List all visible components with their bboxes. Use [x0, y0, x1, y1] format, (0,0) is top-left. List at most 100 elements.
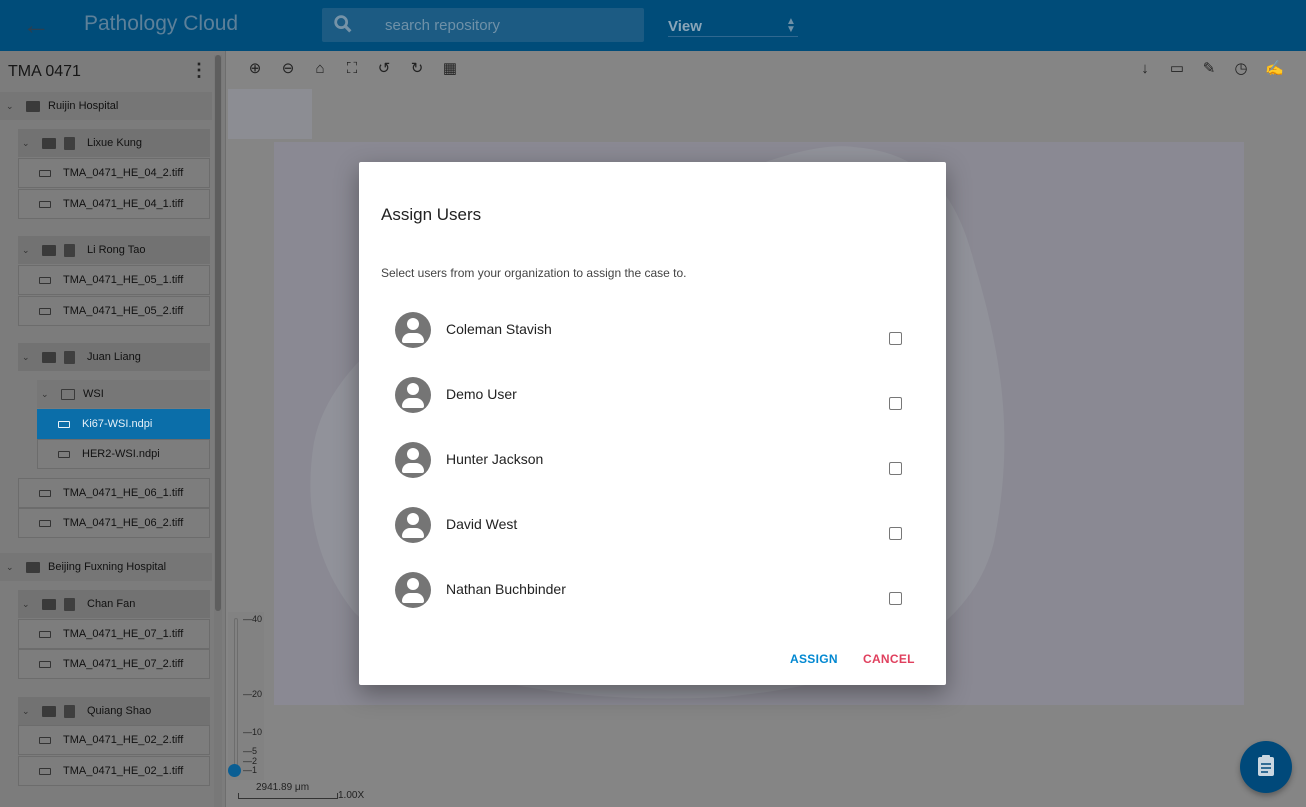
zoom-slider[interactable] [234, 618, 238, 770]
user-checkbox[interactable] [889, 527, 902, 540]
chevron-down-icon[interactable]: ⌄ [22, 706, 32, 716]
chevron-down-icon[interactable]: ⌄ [6, 101, 16, 111]
more-vert-icon[interactable]: ⋮ [190, 60, 208, 81]
avatar-icon [395, 312, 431, 348]
file-item[interactable]: HER2-WSI.ndpi [37, 439, 210, 469]
back-arrow-icon[interactable]: ← [22, 10, 52, 40]
case-folder[interactable]: ⌄ Juan Liang [18, 343, 210, 371]
clipboard-icon [64, 704, 75, 718]
file-item[interactable]: TMA_0471_HE_04_2.tiff [18, 158, 210, 188]
user-list-item[interactable]: Coleman Stavish [395, 312, 915, 362]
select-arrows-icon[interactable]: ▲ ▼ [786, 17, 796, 35]
edit-note-icon[interactable]: ✍ [1265, 60, 1284, 78]
circle-annotate-icon[interactable]: ◷ [1232, 60, 1250, 78]
zoom-slider-knob[interactable] [228, 764, 241, 777]
chevron-down-icon[interactable]: ⌄ [22, 138, 32, 148]
zoom-out-icon[interactable]: ⊖ [279, 60, 297, 78]
search-input[interactable]: search repository [322, 8, 644, 42]
slide-icon [58, 450, 70, 458]
search-icon [334, 15, 352, 33]
cancel-button[interactable]: CANCEL [863, 652, 915, 666]
user-name: Hunter Jackson [446, 451, 544, 467]
scrollbar-thumb[interactable] [215, 55, 221, 611]
tree-item-label: TMA_0471_HE_04_2.tiff [63, 167, 184, 179]
chevron-down-icon[interactable]: ⌄ [22, 599, 32, 609]
zoom-tick: —1 [243, 765, 258, 775]
dialog-title: Assign Users [381, 205, 482, 224]
chevron-down-icon[interactable]: ⌄ [22, 352, 32, 362]
tree-item-label: Quiang Shao [87, 705, 152, 717]
file-item[interactable]: TMA_0471_HE_02_1.tiff [18, 756, 210, 786]
folder-icon [42, 705, 56, 717]
user-name: Demo User [446, 386, 517, 402]
clipboard-icon [64, 243, 75, 257]
file-item[interactable]: TMA_0471_HE_07_2.tiff [18, 649, 210, 679]
user-name: David West [446, 516, 518, 532]
app-title: Pathology Cloud [84, 12, 239, 35]
user-checkbox[interactable] [889, 592, 902, 605]
file-item[interactable]: TMA_0471_HE_06_1.tiff [18, 478, 210, 508]
slide-icon [39, 276, 51, 284]
tree-item-label: TMA_0471_HE_06_1.tiff [63, 487, 184, 499]
slide-icon [39, 519, 51, 527]
tree-item-label: TMA_0471_HE_06_2.tiff [63, 517, 184, 529]
slide-icon [39, 489, 51, 497]
home-icon[interactable]: ⌂ [311, 60, 329, 78]
hospital-folder[interactable]: ⌄ Ruijin Hospital [0, 92, 212, 120]
user-list-item[interactable]: Nathan Buchbinder [395, 572, 915, 622]
chevron-down-icon[interactable]: ⌄ [22, 245, 32, 255]
file-item[interactable]: TMA_0471_HE_02_2.tiff [18, 725, 210, 755]
file-item[interactable]: TMA_0471_HE_05_1.tiff [18, 265, 210, 295]
user-checkbox[interactable] [889, 332, 902, 345]
user-list-item[interactable]: Demo User [395, 377, 915, 427]
case-folder[interactable]: ⌄ Chan Fan [18, 590, 210, 618]
grid-icon[interactable]: ▦ [441, 60, 459, 78]
rotate-left-icon[interactable]: ↺ [375, 60, 393, 78]
app-header: ← Pathology Cloud search repository View… [0, 0, 1306, 51]
download-icon[interactable]: ↓ [1136, 60, 1154, 78]
slide-thumbnail[interactable] [228, 89, 312, 139]
rotate-right-icon[interactable]: ↻ [408, 60, 426, 78]
slide-icon [58, 420, 70, 428]
file-item[interactable]: TMA_0471_HE_06_2.tiff [18, 508, 210, 538]
view-select[interactable]: View [668, 18, 702, 35]
tree-item-label: WSI [83, 388, 104, 400]
file-item[interactable]: Ki67-WSI.ndpi [37, 409, 210, 439]
assign-fab-button[interactable] [1240, 741, 1292, 793]
tree-item-label: Ruijin Hospital [48, 100, 119, 112]
ruler-icon[interactable]: ▭ [1166, 60, 1188, 78]
tree-item-label: Lixue Kung [87, 137, 143, 149]
user-checkbox[interactable] [889, 397, 902, 410]
slide-icon [39, 630, 51, 638]
subfolder[interactable]: ⌄ WSI [37, 380, 210, 408]
case-folder[interactable]: ⌄ Lixue Kung [18, 129, 210, 157]
chevron-down-icon[interactable]: ⌄ [41, 389, 51, 399]
view-select-underline [668, 36, 798, 37]
tree-item-label: Beijing Fuxning Hospital [48, 561, 167, 573]
file-item[interactable]: TMA_0471_HE_05_2.tiff [18, 296, 210, 326]
folder-icon [42, 137, 56, 149]
folder-icon [26, 100, 40, 112]
slide-icon [39, 200, 51, 208]
hospital-folder[interactable]: ⌄ Beijing Fuxning Hospital [0, 553, 212, 581]
case-folder[interactable]: ⌄ Li Rong Tao [18, 236, 210, 264]
user-checkbox[interactable] [889, 462, 902, 475]
slide-icon [39, 307, 51, 315]
user-list-item[interactable]: Hunter Jackson [395, 442, 915, 492]
case-folder[interactable]: ⌄ Quiang Shao [18, 697, 210, 725]
user-name: Coleman Stavish [446, 321, 552, 337]
tree-item-label: Ki67-WSI.ndpi [82, 418, 153, 430]
tree-item-label: TMA_0471_HE_04_1.tiff [63, 198, 184, 210]
zoom-in-icon[interactable]: ⊕ [246, 60, 264, 78]
avatar-icon [395, 377, 431, 413]
tree-item-label: TMA_0471_HE_05_2.tiff [63, 305, 184, 317]
fullscreen-icon[interactable]: ⛶ [343, 60, 361, 78]
freehand-annotate-icon[interactable]: ✎ [1200, 60, 1218, 78]
tree-item-label: TMA_0471_HE_02_1.tiff [63, 765, 184, 777]
tree-item-label: TMA_0471_HE_05_1.tiff [63, 274, 184, 286]
user-list-item[interactable]: David West [395, 507, 915, 557]
assign-button[interactable]: ASSIGN [790, 652, 838, 666]
file-item[interactable]: TMA_0471_HE_04_1.tiff [18, 189, 210, 219]
file-item[interactable]: TMA_0471_HE_07_1.tiff [18, 619, 210, 649]
chevron-down-icon[interactable]: ⌄ [6, 562, 16, 572]
